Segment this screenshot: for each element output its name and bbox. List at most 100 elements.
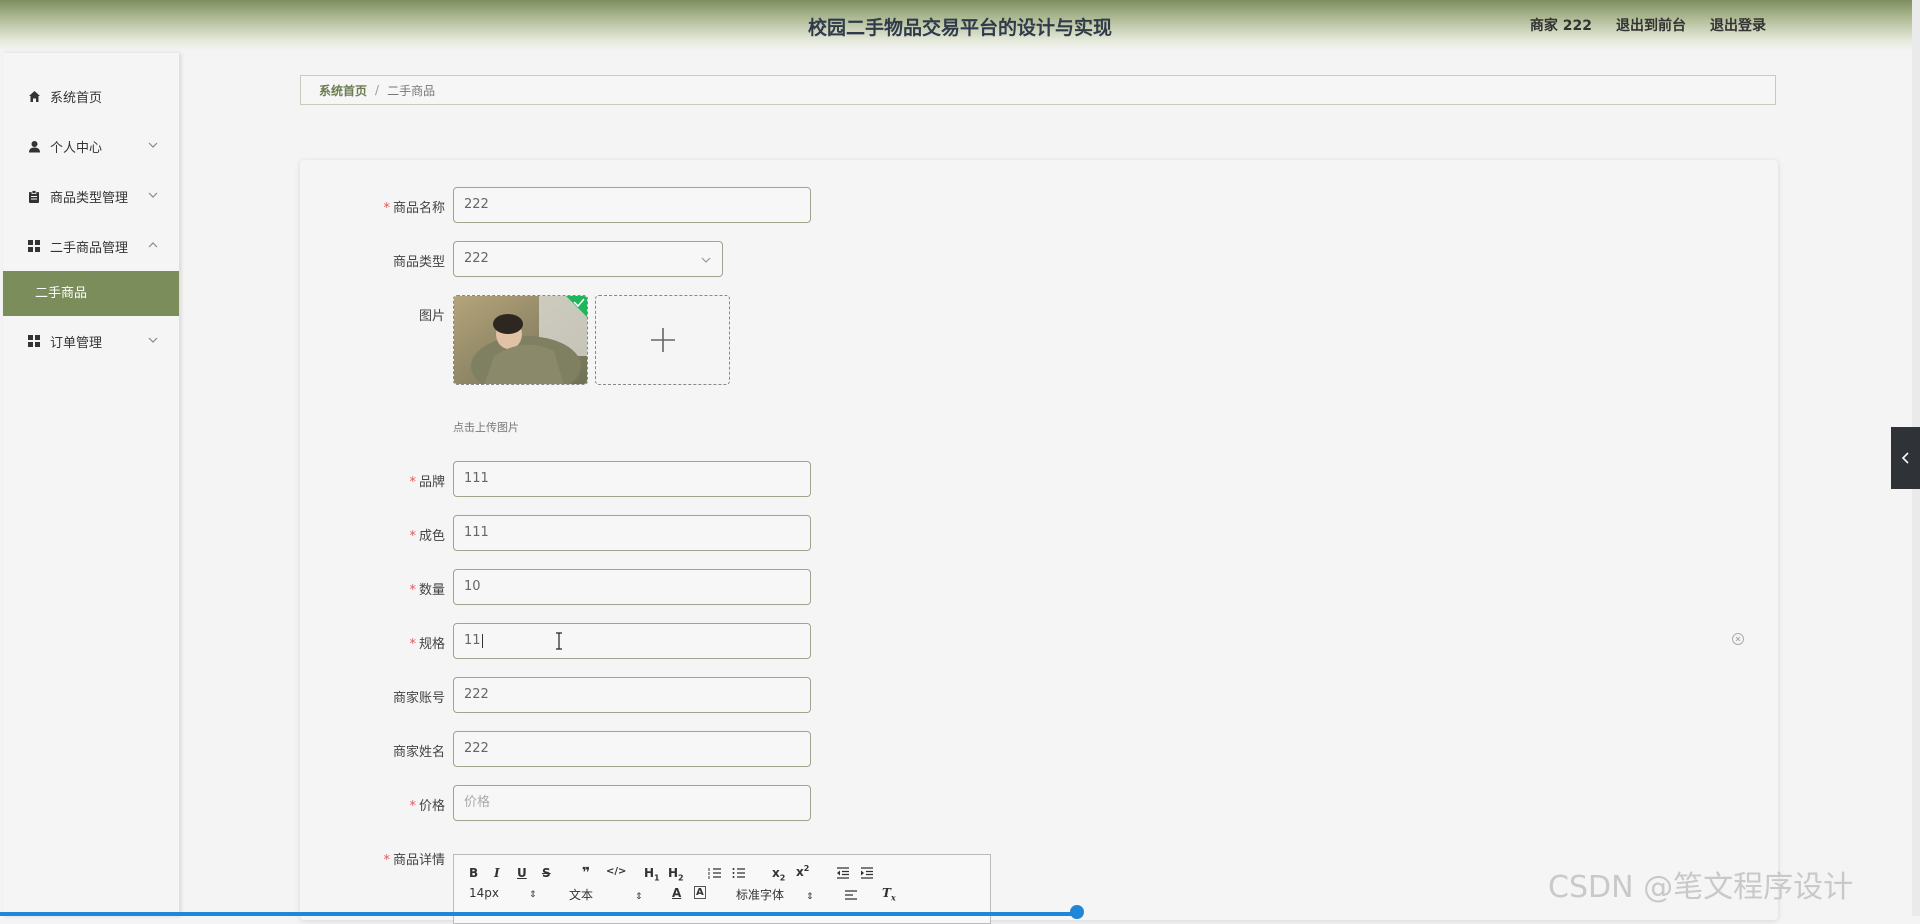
updown-arrow-icon: ⇕ xyxy=(529,890,537,900)
quantity-input[interactable]: 10 xyxy=(453,569,811,605)
outdent-icon[interactable] xyxy=(836,867,850,879)
sidebar-item-goods-management[interactable]: 二手商品管理 xyxy=(3,221,179,271)
clear-circle-icon[interactable] xyxy=(1731,632,1745,646)
required-mark: * xyxy=(409,475,416,490)
quantity-label: * 数量 xyxy=(300,579,445,598)
ibeam-cursor-icon xyxy=(556,632,562,650)
text-style-value: 文本 xyxy=(569,888,594,902)
detail-label-text: 商品详情 xyxy=(392,853,445,868)
font-color-button[interactable]: A xyxy=(672,886,681,900)
progress-knob[interactable] xyxy=(1070,905,1084,919)
uploaded-photo xyxy=(454,296,587,384)
spec-label: * 规格 xyxy=(300,633,445,652)
sidebar-item-category-management[interactable]: 商品类型管理 xyxy=(3,171,179,221)
side-collapse-tab[interactable] xyxy=(1891,427,1920,489)
sidebar-item-home[interactable]: 系统首页 xyxy=(3,71,179,121)
merchant-name-label: 商家姓名 xyxy=(392,745,445,760)
image-label: 图片 xyxy=(418,309,445,324)
required-mark: * xyxy=(383,853,390,868)
bullet-list-icon[interactable] xyxy=(732,867,746,879)
home-icon xyxy=(27,89,41,103)
plus-icon xyxy=(650,328,675,352)
progress-bar xyxy=(0,912,1080,916)
sidebar-subitem-second-hand-goods[interactable]: 二手商品 xyxy=(3,271,179,316)
merchant-name-input[interactable]: 222 xyxy=(453,731,811,767)
h1-button[interactable]: H1 xyxy=(644,866,660,882)
sidebar-item-label: 订单管理 xyxy=(50,335,103,351)
name-input[interactable]: 222 xyxy=(453,187,811,223)
watermark: CSDN @笔文程序设计 xyxy=(1548,870,1854,905)
required-mark: * xyxy=(409,583,416,598)
bold-button[interactable]: B xyxy=(469,866,478,880)
name-label: * 商品名称 xyxy=(300,197,445,216)
h2-button[interactable]: H2 xyxy=(668,866,684,882)
chevron-left-icon xyxy=(1901,452,1909,464)
updown-arrow-icon: ⇕ xyxy=(635,892,643,902)
blockquote-button[interactable]: ❞ xyxy=(582,865,590,881)
sidebar-item-label: 商品类型管理 xyxy=(50,190,129,206)
spec-input-value: 11 xyxy=(464,633,481,648)
user-label: 商家 222 xyxy=(1529,18,1592,34)
font-family-select[interactable]: 标准字体 ⇕ xyxy=(736,886,814,903)
upload-hint: 点击上传图片 xyxy=(453,421,519,434)
quantity-label-text: 数量 xyxy=(418,583,445,598)
superscript-button[interactable]: x2 xyxy=(796,864,809,879)
back-to-front-link[interactable]: 退出到前台 xyxy=(1616,15,1686,35)
chevron-down-icon xyxy=(148,337,158,343)
sidebar-item-label: 个人中心 xyxy=(50,140,103,156)
condition-label-text: 成色 xyxy=(418,529,445,544)
chevron-down-icon xyxy=(701,257,711,263)
required-mark: * xyxy=(409,799,416,814)
indent-icon[interactable] xyxy=(860,867,874,879)
sidebar: 系统首页 个人中心 商品类型管理 二手商品管理 二手商品 订单管理 xyxy=(3,53,179,916)
brand-label-text: 品牌 xyxy=(418,475,445,490)
logout-link[interactable]: 退出登录 xyxy=(1710,15,1766,35)
background-color-button[interactable]: A xyxy=(694,886,706,899)
uploaded-image-thumbnail[interactable] xyxy=(453,295,588,385)
sidebar-item-order-management[interactable]: 订单管理 xyxy=(3,316,179,366)
grid-icon xyxy=(27,239,41,253)
type-select-value: 222 xyxy=(464,251,489,266)
breadcrumb-separator: / xyxy=(375,83,380,97)
user-icon xyxy=(27,139,41,153)
font-size-select[interactable]: 14px ⇕ xyxy=(469,886,537,900)
header-links: 商家 222 退出到前台 退出登录 xyxy=(1530,15,1766,35)
price-label-text: 价格 xyxy=(418,799,445,814)
upload-add-button[interactable] xyxy=(595,295,730,385)
updown-arrow-icon: ⇕ xyxy=(806,892,814,902)
clipboard-icon xyxy=(27,189,41,203)
code-button[interactable]: </> xyxy=(606,866,626,877)
strike-button[interactable]: S xyxy=(542,866,551,880)
italic-button[interactable]: I xyxy=(494,866,500,880)
font-family-value: 标准字体 xyxy=(736,888,785,902)
type-label: 商品类型 xyxy=(392,255,445,270)
breadcrumb-current: 二手商品 xyxy=(387,83,436,98)
breadcrumb-home[interactable]: 系统首页 xyxy=(319,82,367,99)
brand-label: * 品牌 xyxy=(300,471,445,490)
subscript-button[interactable]: x2 xyxy=(772,866,785,882)
condition-input[interactable]: 111 xyxy=(453,515,811,551)
grid-icon xyxy=(27,334,41,348)
sidebar-item-personal-center[interactable]: 个人中心 xyxy=(3,121,179,171)
clear-format-button[interactable]: Tx xyxy=(882,886,896,902)
merchant-account-input[interactable]: 222 xyxy=(453,677,811,713)
align-icon[interactable] xyxy=(844,889,858,901)
required-mark: * xyxy=(409,529,416,544)
merchant-account-label: 商家账号 xyxy=(392,691,445,706)
sidebar-item-label: 系统首页 xyxy=(50,90,103,106)
text-cursor xyxy=(481,633,483,648)
breadcrumb: 系统首页 / 二手商品 xyxy=(300,75,1776,105)
header: 校园二手物品交易平台的设计与实现 商家 222 退出到前台 退出登录 xyxy=(0,0,1920,51)
required-mark: * xyxy=(383,201,390,216)
ordered-list-icon[interactable] xyxy=(708,867,722,879)
brand-input[interactable]: 111 xyxy=(453,461,811,497)
type-select[interactable]: 222 xyxy=(453,241,723,277)
spec-input[interactable]: 11 xyxy=(453,623,811,659)
text-style-select[interactable]: 文本 ⇕ xyxy=(569,886,643,903)
sidebar-item-label: 二手商品管理 xyxy=(50,240,129,256)
underline-button[interactable]: U xyxy=(517,866,527,880)
chevron-down-icon xyxy=(148,142,158,148)
font-size-value: 14px xyxy=(469,886,499,900)
required-mark: * xyxy=(409,637,416,652)
price-input[interactable]: 价格 xyxy=(453,785,811,821)
